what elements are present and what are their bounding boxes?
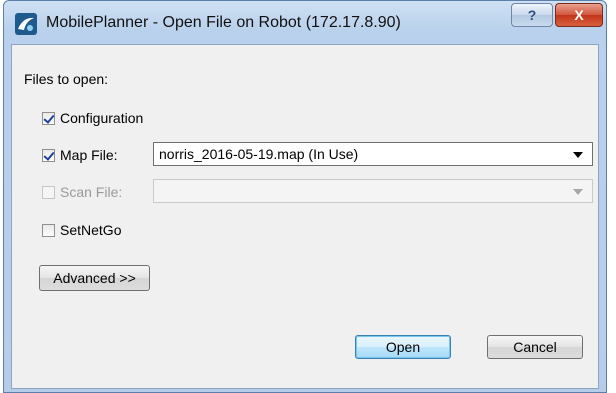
configuration-checkbox[interactable] bbox=[42, 112, 55, 125]
help-button[interactable]: ? bbox=[511, 3, 553, 27]
setnetgo-checkbox[interactable] bbox=[42, 224, 55, 237]
chevron-down-icon bbox=[573, 152, 583, 158]
files-to-open-label: Files to open: bbox=[24, 71, 109, 87]
scan-file-checkbox[interactable] bbox=[42, 186, 55, 199]
mobileplanner-app-icon bbox=[15, 13, 37, 35]
window-title: MobilePlanner - Open File on Robot (172.… bbox=[46, 14, 401, 31]
help-icon: ? bbox=[527, 7, 537, 23]
setnetgo-label[interactable]: SetNetGo bbox=[60, 222, 121, 238]
title-bar[interactable]: MobilePlanner - Open File on Robot (172.… bbox=[4, 1, 606, 45]
dialog-window: MobilePlanner - Open File on Robot (172.… bbox=[3, 0, 607, 393]
close-icon: X bbox=[574, 7, 584, 23]
scan-file-dropdown[interactable] bbox=[153, 179, 593, 203]
map-file-selected-value: norris_2016-05-19.map (In Use) bbox=[159, 146, 359, 162]
close-button[interactable]: X bbox=[555, 3, 603, 27]
map-file-checkbox[interactable] bbox=[42, 149, 55, 162]
chevron-down-icon bbox=[573, 189, 583, 195]
cancel-button[interactable]: Cancel bbox=[487, 335, 583, 359]
map-file-label[interactable]: Map File: bbox=[60, 147, 118, 163]
open-button[interactable]: Open bbox=[355, 335, 451, 359]
dialog-client-area: Files to open: Configuration Map File: n… bbox=[11, 44, 599, 389]
configuration-label[interactable]: Configuration bbox=[60, 110, 143, 126]
advanced-button[interactable]: Advanced >> bbox=[39, 265, 150, 291]
scan-file-label[interactable]: Scan File: bbox=[60, 184, 122, 200]
map-file-dropdown[interactable]: norris_2016-05-19.map (In Use) bbox=[153, 142, 593, 166]
